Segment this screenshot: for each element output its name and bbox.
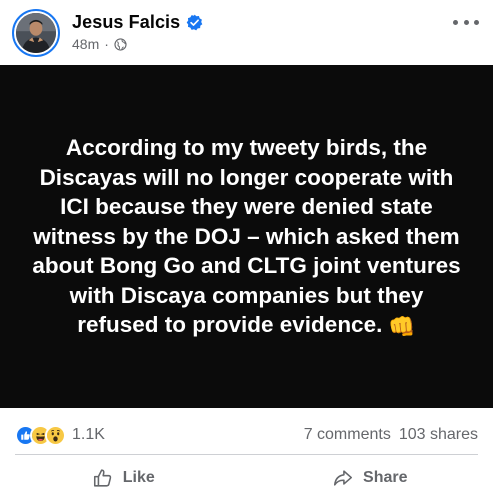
fist-emoji: 👊: [388, 314, 416, 340]
post-body-text: According to my tweety birds, the Discay…: [32, 135, 461, 338]
avatar-image: [16, 13, 56, 53]
thumbs-up-icon: [92, 467, 114, 489]
post-actions: Like Share: [0, 455, 493, 500]
wow-reaction-icon: [45, 424, 66, 446]
post-text-card[interactable]: According to my tweety birds, the Discay…: [0, 65, 493, 408]
comments-count[interactable]: 7 comments: [304, 426, 391, 444]
like-label: Like: [122, 468, 155, 486]
meta-separator: ·: [104, 36, 109, 52]
post-header: Jesus Falcis 48m ·: [0, 0, 493, 64]
more-dot-icon: [463, 19, 469, 25]
post-body: According to my tweety birds, the Discay…: [27, 133, 467, 340]
post-timestamp[interactable]: 48m: [72, 36, 99, 52]
share-arrow-icon: [332, 467, 354, 489]
verified-badge-icon: [186, 14, 203, 31]
shares-count[interactable]: 103 shares: [399, 426, 478, 444]
author-name[interactable]: Jesus Falcis: [72, 12, 180, 33]
post-meta: 48m ·: [72, 36, 127, 52]
reaction-count: 1.1K: [72, 426, 105, 443]
author-avatar[interactable]: [12, 9, 60, 57]
more-options-button[interactable]: [453, 12, 479, 32]
globe-icon[interactable]: [114, 37, 127, 51]
share-label: Share: [363, 468, 408, 486]
reactions-summary[interactable]: 1.1K: [15, 424, 105, 446]
more-dot-icon: [453, 19, 458, 25]
share-button[interactable]: Share: [247, 455, 493, 500]
like-button[interactable]: Like: [0, 455, 247, 500]
more-dot-icon: [474, 19, 479, 25]
post-stats: 1.1K 7 comments 103 shares: [0, 408, 493, 460]
engagement-counts: 7 comments 103 shares: [304, 426, 478, 444]
